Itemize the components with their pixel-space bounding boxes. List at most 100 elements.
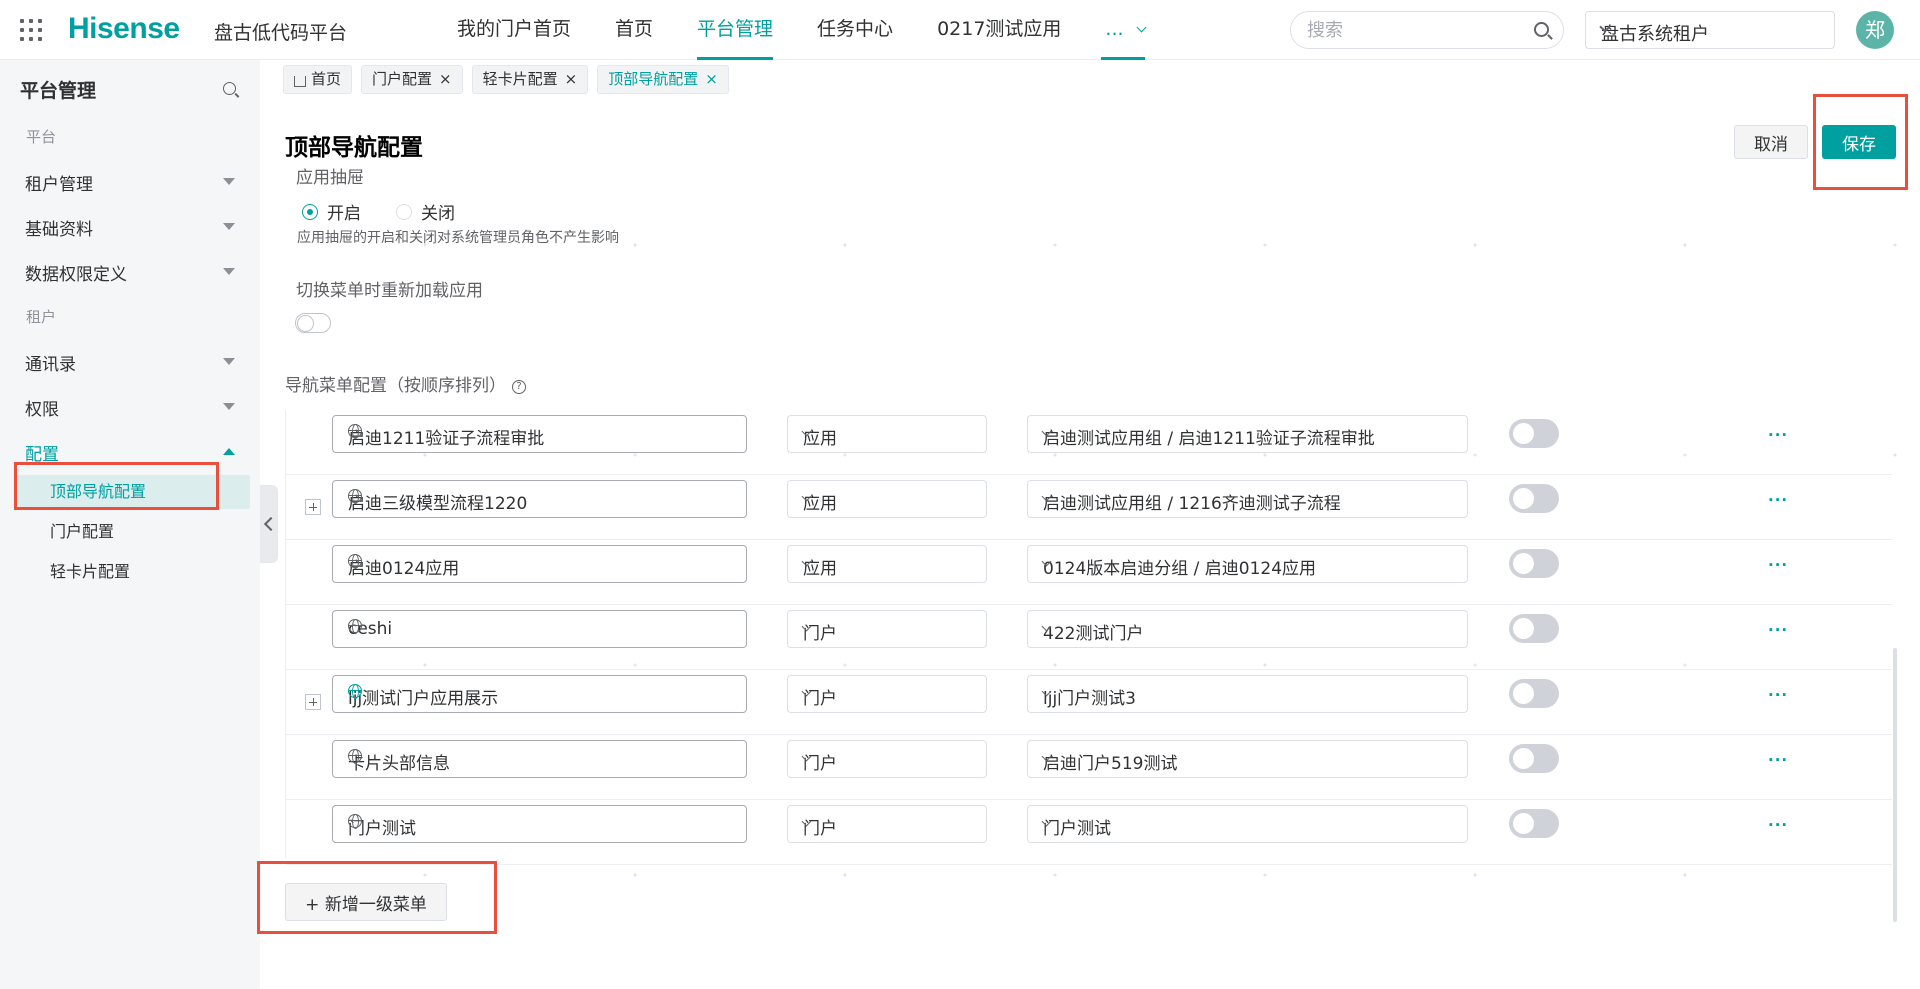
drawer-on-radio[interactable]: 开启 [302, 199, 361, 224]
menu-type-select[interactable]: 门户 [787, 740, 987, 778]
nav-more-menu[interactable]: ... [1083, 0, 1162, 60]
radio-unchecked-icon [396, 203, 412, 220]
close-icon[interactable]: × [705, 66, 718, 93]
menu-target-select[interactable]: 启迪门户519测试 [1027, 740, 1468, 778]
highlight-box-save [1813, 94, 1908, 190]
tab-card-config[interactable]: 轻卡片配置 × [471, 65, 589, 94]
nav-more-label: ... [1105, 18, 1124, 40]
menu-enable-toggle[interactable] [1509, 549, 1559, 578]
sidebar-collapse-button[interactable] [260, 485, 278, 563]
tenant-value: 盘古系统租户 [1601, 24, 1709, 45]
menu-name-value: ljj测试门户应用展示 [348, 689, 499, 709]
menu-name-value: 启迪1211验证子流程审批 [348, 429, 545, 449]
menu-name-value: 卡片头部信息 [348, 754, 450, 774]
more-actions-icon[interactable]: ... [1768, 487, 1788, 505]
menu-type-select[interactable]: 应用 [787, 480, 987, 518]
cancel-button[interactable]: 取消 [1734, 125, 1808, 159]
menu-enable-toggle[interactable] [1509, 419, 1559, 448]
sidebar-item-basic-data[interactable]: 基础资料 [25, 215, 235, 245]
nav-home[interactable]: 首页 [593, 0, 675, 60]
search-input[interactable] [1307, 20, 1507, 41]
menu-enable-toggle[interactable] [1509, 809, 1559, 838]
menu-type-select[interactable]: 应用 [787, 545, 987, 583]
menu-target-select[interactable]: 启迪测试应用组 / 启迪1211验证子流程审批 [1027, 415, 1468, 453]
table-row: 门户测试 门户 门户测试 ... [286, 800, 1892, 865]
sidebar-item-data-permission[interactable]: 数据权限定义 [25, 260, 235, 290]
tab-portal-config[interactable]: 门户配置 × [361, 65, 463, 94]
more-actions-icon[interactable]: ... [1768, 552, 1788, 570]
globe-icon[interactable] [348, 424, 362, 439]
radio-checked-icon [302, 203, 318, 220]
globe-icon[interactable] [348, 814, 362, 829]
menu-target-value: 启迪测试应用组 / 启迪1211验证子流程审批 [1043, 429, 1375, 449]
nav-my-portal[interactable]: 我的门户首页 [435, 0, 593, 60]
globe-icon[interactable] [348, 489, 362, 504]
tab-home[interactable]: 首页 [283, 65, 353, 94]
tenant-select[interactable]: 盘古系统租户 [1585, 11, 1835, 49]
sidebar-subitem-card-config[interactable]: 轻卡片配置 [16, 555, 250, 589]
app-grid-icon[interactable] [20, 19, 42, 41]
menu-type-select[interactable]: 门户 [787, 805, 987, 843]
home-icon [294, 76, 306, 87]
menu-type-select[interactable]: 门户 [787, 675, 987, 713]
menu-enable-toggle[interactable] [1509, 744, 1559, 773]
menu-target-select[interactable]: 422测试门户 [1027, 610, 1468, 648]
table-scrollbar[interactable] [1893, 648, 1897, 922]
user-avatar[interactable]: 郑 [1856, 11, 1894, 49]
close-icon[interactable]: × [439, 66, 452, 93]
menu-enable-toggle[interactable] [1509, 614, 1559, 643]
more-actions-icon[interactable]: ... [1768, 747, 1788, 765]
sidebar: 平台管理 平台 租户管理 基础资料 数据权限定义 租户 通讯录 权限 配置 顶部… [0, 60, 260, 989]
menu-enable-toggle[interactable] [1509, 679, 1559, 708]
more-actions-icon[interactable]: ... [1768, 422, 1788, 440]
globe-icon[interactable] [348, 749, 362, 764]
caret-down-icon [223, 268, 235, 275]
sidebar-item-label: 基础资料 [25, 220, 93, 240]
menu-name-input[interactable]: 启迪1211验证子流程审批 [332, 415, 747, 453]
more-actions-icon[interactable]: ... [1768, 812, 1788, 830]
globe-icon[interactable] [348, 684, 362, 699]
menu-target-select[interactable]: 0124版本启迪分组 / 启迪0124应用 [1027, 545, 1468, 583]
sidebar-item-label: 权限 [25, 400, 59, 420]
drawer-hint: 应用抽屉的开启和关闭对系统管理员角色不产生影响 [297, 230, 619, 246]
search-icon[interactable] [223, 82, 236, 95]
tab-label: 门户配置 [372, 70, 433, 88]
menu-target-value: 启迪测试应用组 / 1216齐迪测试子流程 [1043, 494, 1341, 514]
caret-down-icon [223, 358, 235, 365]
tab-top-nav-config[interactable]: 顶部导航配置 × [597, 65, 729, 94]
menu-name-input[interactable]: 门户测试 [332, 805, 747, 843]
menu-target-select[interactable]: 门户测试 [1027, 805, 1468, 843]
reload-toggle[interactable] [295, 313, 331, 333]
reload-label: 切换菜单时重新加载应用 [296, 281, 483, 301]
nav-test-app[interactable]: 0217测试应用 [915, 0, 1083, 60]
globe-icon[interactable] [348, 619, 362, 634]
hisense-logo[interactable]: Hisense [68, 12, 180, 46]
close-icon[interactable]: × [565, 66, 578, 93]
sidebar-subitem-portal-config[interactable]: 门户配置 [16, 515, 250, 549]
drawer-off-radio[interactable]: 关闭 [396, 199, 455, 224]
menu-type-select[interactable]: 门户 [787, 610, 987, 648]
menu-name-input[interactable]: 启迪三级模型流程1220 [332, 480, 747, 518]
menu-name-input[interactable]: 卡片头部信息 [332, 740, 747, 778]
sidebar-item-tenant-management[interactable]: 租户管理 [25, 170, 235, 200]
menu-type-select[interactable]: 应用 [787, 415, 987, 453]
more-actions-icon[interactable]: ... [1768, 617, 1788, 635]
menu-name-input[interactable]: ljj测试门户应用展示 [332, 675, 747, 713]
menu-target-select[interactable]: 启迪测试应用组 / 1216齐迪测试子流程 [1027, 480, 1468, 518]
expand-plus-icon[interactable] [305, 499, 321, 515]
sidebar-group-tenant: 租户 [26, 308, 57, 326]
help-circle-icon[interactable]: ? [512, 380, 526, 394]
sidebar-item-permissions[interactable]: 权限 [25, 395, 235, 425]
menu-enable-toggle[interactable] [1509, 484, 1559, 513]
nav-task-center[interactable]: 任务中心 [795, 0, 915, 60]
expand-plus-icon[interactable] [305, 694, 321, 710]
menu-target-select[interactable]: ljj门户测试3 [1027, 675, 1468, 713]
search-icon[interactable] [1534, 22, 1549, 37]
menu-config-label: 导航菜单配置（按顺序排列）? [285, 371, 526, 396]
more-actions-icon[interactable]: ... [1768, 682, 1788, 700]
sidebar-item-contacts[interactable]: 通讯录 [25, 350, 235, 380]
menu-name-input[interactable]: 启迪0124应用 [332, 545, 747, 583]
nav-platform-admin[interactable]: 平台管理 [675, 0, 795, 60]
menu-name-input[interactable]: ceshi [332, 610, 747, 648]
globe-icon[interactable] [348, 554, 362, 569]
